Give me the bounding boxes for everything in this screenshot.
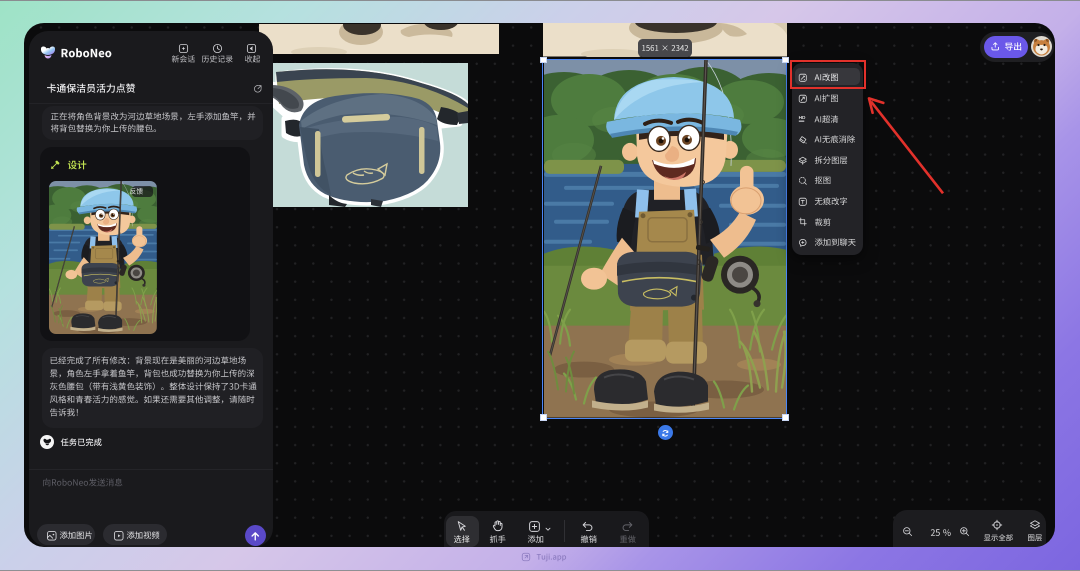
svg-text:HD: HD	[799, 115, 806, 121]
